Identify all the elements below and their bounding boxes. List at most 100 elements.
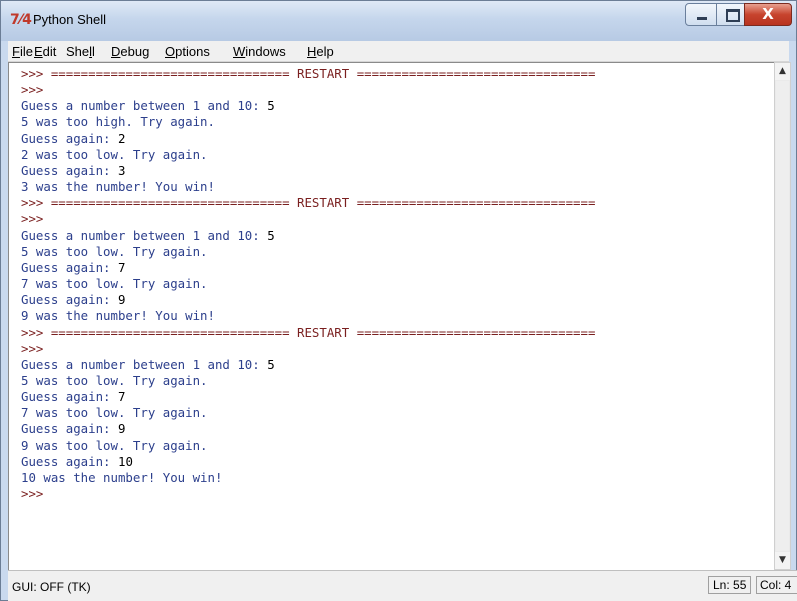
menu-windows[interactable]: Windows xyxy=(233,44,286,59)
shell-line-output: Guess again: 2 xyxy=(21,131,595,147)
shell-line-restart: >>> ================================ RES… xyxy=(21,66,595,82)
shell-line-output: Guess a number between 1 and 10: 5 xyxy=(21,228,595,244)
menu-options-accel: O xyxy=(165,44,176,59)
column-number: Col: 4 xyxy=(756,576,797,594)
menu-options-label: ptions xyxy=(175,44,210,59)
user-input: 3 xyxy=(117,162,126,178)
shell-line-text: 7 was too low. Try again. xyxy=(21,405,208,421)
shell-line-output: Guess again: 10 xyxy=(21,454,595,470)
shell-line-text: 9 was the number! You win! xyxy=(21,308,215,324)
user-input: 5 xyxy=(267,98,275,114)
shell-line-text: 2 was too low. Try again. xyxy=(21,146,208,162)
shell-line-text: Guess again: xyxy=(21,130,118,146)
shell-line-text: 10 was the number! You win! xyxy=(21,469,223,485)
shell-line-output: 5 was too low. Try again. xyxy=(21,373,595,389)
shell-line-prompt: >>> xyxy=(21,211,595,227)
maximize-button[interactable] xyxy=(716,3,745,26)
user-input: 7 xyxy=(117,389,126,405)
menu-edit-label: dit xyxy=(42,44,57,59)
title-bar[interactable]: 7⁄4 Python Shell X xyxy=(1,1,796,41)
shell-line-text: Guess again: xyxy=(21,453,118,469)
shell-line-text: Guess again: xyxy=(21,389,118,405)
line-number: Ln: 55 xyxy=(708,576,752,594)
shell-line-prompt: >>> xyxy=(21,82,595,98)
user-input: 9 xyxy=(117,292,126,308)
menu-windows-label: indows xyxy=(245,44,286,59)
shell-line-text: 5 was too low. Try again. xyxy=(21,243,208,259)
user-input: 7 xyxy=(117,259,126,275)
status-bar: GUI: OFF (TK) Ln: 55 Col: 4 xyxy=(8,570,797,601)
scroll-up-arrow-icon[interactable]: ▲ xyxy=(775,63,790,80)
shell-line-output: 7 was too low. Try again. xyxy=(21,276,595,292)
shell-line-text: Guess a number between 1 and 10: xyxy=(21,98,268,114)
menu-shell-label-end: l xyxy=(92,44,95,59)
user-input: 5 xyxy=(267,227,275,243)
gui-status: GUI: OFF (TK) xyxy=(12,580,91,594)
shell-text-area[interactable]: >>> ================================ RES… xyxy=(8,62,775,571)
shell-line-prompt: >>> xyxy=(21,486,595,502)
menu-debug[interactable]: Debug xyxy=(111,44,149,59)
shell-line-output: 2 was too low. Try again. xyxy=(21,147,595,163)
menu-windows-accel: W xyxy=(233,44,246,59)
shell-line-output: 5 was too low. Try again. xyxy=(21,244,595,260)
minimize-button[interactable] xyxy=(685,3,717,26)
shell-line-output: Guess again: 3 xyxy=(21,163,595,179)
shell-line-output: 5 was too high. Try again. xyxy=(21,114,595,130)
shell-line-text: >>> ================================ RES… xyxy=(21,195,596,211)
close-button[interactable]: X xyxy=(744,3,792,26)
menu-debug-label: ebug xyxy=(120,44,150,59)
menu-debug-accel: D xyxy=(111,44,121,59)
menu-edit[interactable]: Edit xyxy=(34,44,56,59)
shell-line-text: Guess a number between 1 and 10: xyxy=(21,227,268,243)
user-input: 9 xyxy=(117,421,126,437)
close-icon: X xyxy=(762,5,774,23)
shell-line-text: 5 was too high. Try again. xyxy=(21,114,215,130)
shell-line-text: >>> xyxy=(21,340,44,356)
menu-shell[interactable]: Shell xyxy=(66,44,95,59)
scroll-thumb[interactable] xyxy=(776,81,789,551)
shell-line-output: 7 was too low. Try again. xyxy=(21,405,595,421)
shell-transcript: >>> ================================ RES… xyxy=(21,66,595,502)
shell-line-text: >>> ================================ RES… xyxy=(21,324,596,340)
shell-line-text: >>> xyxy=(21,211,44,227)
shell-line-text: 9 was too low. Try again. xyxy=(21,437,208,453)
user-input: 5 xyxy=(267,356,275,372)
menu-bar: File Edit Shell Debug Options Windows He… xyxy=(8,41,789,62)
menu-shell-label-start: She xyxy=(66,44,90,59)
shell-line-output: Guess again: 9 xyxy=(21,421,595,437)
vertical-scrollbar[interactable]: ▲ ▼ xyxy=(774,62,791,570)
menu-file-label: ile xyxy=(19,44,33,59)
shell-line-text: 3 was the number! You win! xyxy=(21,179,215,195)
menu-options[interactable]: Options xyxy=(165,44,210,59)
minimize-icon xyxy=(697,17,707,20)
shell-line-output: Guess again: 9 xyxy=(21,292,595,308)
shell-line-text: Guess again: xyxy=(21,162,118,178)
shell-line-text: Guess a number between 1 and 10: xyxy=(21,356,268,372)
menu-file[interactable]: File xyxy=(12,44,33,59)
scroll-down-arrow-icon[interactable]: ▼ xyxy=(775,552,790,569)
shell-line-output: 10 was the number! You win! xyxy=(21,470,595,486)
shell-line-text: Guess again: xyxy=(21,421,118,437)
shell-line-text: >>> ================================ RES… xyxy=(21,66,596,81)
shell-line-restart: >>> ================================ RES… xyxy=(21,195,595,211)
shell-line-prompt: >>> xyxy=(21,341,595,357)
python-shell-window: 7⁄4 Python Shell X File Edit Shell Debug… xyxy=(0,0,797,601)
shell-line-output: Guess a number between 1 and 10: 5 xyxy=(21,98,595,114)
shell-line-text: >>> xyxy=(21,82,44,98)
menu-help-label: elp xyxy=(316,44,334,59)
shell-line-text: Guess again: xyxy=(21,259,118,275)
window-title: Python Shell xyxy=(33,12,106,27)
menu-help[interactable]: Help xyxy=(307,44,334,59)
shell-line-restart: >>> ================================ RES… xyxy=(21,325,595,341)
shell-line-output: Guess a number between 1 and 10: 5 xyxy=(21,357,595,373)
shell-line-text: Guess again: xyxy=(21,292,118,308)
shell-line-output: 9 was too low. Try again. xyxy=(21,438,595,454)
shell-line-text: 7 was too low. Try again. xyxy=(21,276,208,292)
user-input: 2 xyxy=(117,130,126,146)
shell-line-output: 9 was the number! You win! xyxy=(21,308,595,324)
shell-line-output: 3 was the number! You win! xyxy=(21,179,595,195)
maximize-icon xyxy=(726,9,740,22)
shell-line-text: 5 was too low. Try again. xyxy=(21,372,208,388)
user-input: 10 xyxy=(117,453,133,469)
shell-line-output: Guess again: 7 xyxy=(21,260,595,276)
